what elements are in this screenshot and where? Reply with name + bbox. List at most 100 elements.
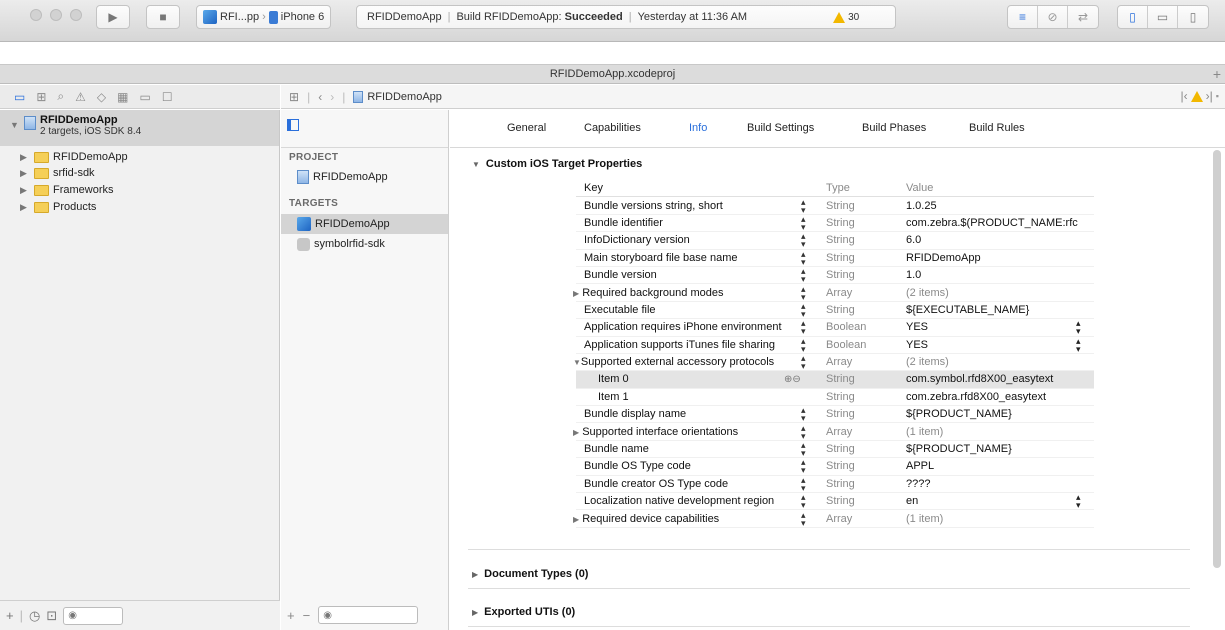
tab-build-settings[interactable]: Build Settings (747, 122, 814, 134)
key-stepper-icon[interactable]: ▴ ▾ (801, 406, 806, 423)
property-value[interactable]: 1.0.25 (906, 200, 1094, 212)
navigator-group-srfid-sdk[interactable]: ▶ srfid-sdk (20, 167, 95, 179)
disclosure-closed-icon[interactable]: ▶ (573, 428, 579, 437)
recent-files-icon[interactable]: ◷ (29, 608, 40, 624)
disclosure-open-icon[interactable]: ▼ (472, 160, 480, 169)
minimize-window-button[interactable] (50, 9, 62, 21)
tab-build-rules[interactable]: Build Rules (969, 122, 1025, 134)
stop-button[interactable]: ■ (146, 5, 180, 29)
report-navigator-icon[interactable]: ☐ (162, 90, 173, 104)
remove-target-icon[interactable]: − (303, 608, 311, 623)
property-value[interactable]: com.symbol.rfd8X00_easytext (906, 373, 1094, 385)
key-stepper-icon[interactable]: ▴ ▾ (801, 336, 806, 353)
project-navigator-icon[interactable]: ▭ (14, 90, 25, 104)
key-stepper-icon[interactable]: ▴ ▾ (801, 214, 806, 231)
navigator-group-frameworks[interactable]: ▶ Frameworks (20, 184, 114, 196)
key-stepper-icon[interactable]: ▴ ▾ (801, 197, 806, 214)
property-value[interactable]: ${EXECUTABLE_NAME} (906, 304, 1094, 316)
property-key-expandable[interactable]: ▶ Supported interface orientations (573, 426, 738, 438)
property-row[interactable]: Bundle versions string, short ▴ ▾ String 1.0… (576, 197, 1094, 215)
key-stepper-icon[interactable]: ▴ ▾ (801, 354, 806, 371)
breakpoint-navigator-icon[interactable]: ▭ (139, 90, 150, 104)
key-stepper-icon[interactable]: ▴ ▾ (801, 475, 806, 492)
property-value[interactable]: YES (906, 339, 1094, 351)
property-row[interactable]: ▶ Required device capabilities ▴ ▾ Array (1 … (573, 510, 1094, 528)
add-file-icon[interactable]: + (6, 608, 14, 623)
navigator-filter-field[interactable]: ◉ (63, 606, 124, 625)
tab-general[interactable]: General (507, 122, 546, 134)
breadcrumb[interactable]: RFIDDemoApp (353, 90, 442, 103)
property-value[interactable]: 1.0 (906, 269, 1094, 281)
property-key-expandable[interactable]: ▶ Required background modes (573, 287, 723, 299)
property-type[interactable]: String (826, 391, 855, 403)
lock-icon[interactable]: ▪ (1216, 91, 1219, 101)
key-stepper-icon[interactable]: ▴ ▾ (801, 319, 806, 336)
property-type[interactable]: Array (826, 287, 852, 299)
property-row[interactable]: Bundle display name ▴ ▾ String ${PRODUCT_NAM… (576, 406, 1094, 424)
symbol-navigator-icon[interactable]: ⊞ (36, 90, 46, 104)
zoom-window-button[interactable] (70, 9, 82, 21)
disclosure-closed-icon[interactable]: ▶ (472, 608, 478, 617)
disclosure-closed-icon[interactable]: ▶ (20, 185, 30, 196)
property-value[interactable]: RFIDDemoApp (906, 252, 1094, 264)
navigator-group-products[interactable]: ▶ Products (20, 201, 96, 213)
value-stepper-icon[interactable]: ▴ ▾ (1076, 493, 1081, 510)
previous-issue-icon[interactable]: |‹ (1181, 89, 1188, 103)
property-row[interactable]: Application supports iTunes file sharing… (576, 336, 1094, 354)
forward-button-icon[interactable]: › (330, 90, 334, 104)
property-row[interactable]: ▼Supported external accessory protocols ▴… (573, 354, 1094, 372)
property-row[interactable]: ▶ Required background modes ▴ ▾ Array (2 ite… (573, 284, 1094, 302)
next-issue-icon[interactable]: ›| (1206, 89, 1213, 103)
assistant-editor-icon[interactable]: ⊘ (1038, 6, 1068, 28)
property-type[interactable]: String (826, 460, 855, 472)
property-row[interactable]: Main storyboard file base name ▴ ▾ String RF… (576, 249, 1094, 267)
tab-build-phases[interactable]: Build Phases (862, 122, 926, 134)
key-stepper-icon[interactable]: ▴ ▾ (801, 232, 806, 249)
key-stepper-icon[interactable]: ▴ ▾ (801, 301, 806, 318)
property-type[interactable]: Array (826, 513, 852, 525)
property-row[interactable]: Bundle version ▴ ▾ String 1.0 (576, 267, 1094, 285)
property-key-expandable[interactable]: ▶ Required device capabilities (573, 513, 719, 525)
run-button[interactable]: ▶ (96, 5, 130, 29)
property-row[interactable]: Executable file ▴ ▾ String ${EXECUTABLE_NAME… (576, 301, 1094, 320)
add-target-icon[interactable]: + (287, 608, 295, 623)
property-row[interactable]: Bundle creator OS Type code ▴ ▾ String???? (576, 475, 1094, 494)
value-stepper-icon[interactable]: ▴ ▾ (1076, 319, 1081, 336)
property-type[interactable]: String (826, 234, 855, 246)
vertical-scrollbar[interactable] (1213, 150, 1221, 568)
property-row[interactable]: Bundle OS Type code ▴ ▾ String APPL (576, 458, 1094, 476)
target-symbolrfid-sdk[interactable]: symbolrfid-sdk (281, 234, 448, 254)
version-editor-icon[interactable]: ⇄ (1068, 6, 1098, 28)
disclosure-closed-icon[interactable]: ▶ (20, 168, 30, 179)
show-targets-toggle-icon[interactable] (287, 119, 299, 131)
property-row[interactable]: InfoDictionary version ▴ ▾ String 6.0 (576, 232, 1094, 250)
key-stepper-icon[interactable]: ▴ ▾ (801, 284, 806, 301)
property-type[interactable]: Array (826, 356, 852, 368)
property-value[interactable]: YES (906, 321, 1094, 333)
document-types-header[interactable]: ▶ Document Types (0) (472, 568, 588, 580)
tab-info[interactable]: Info (689, 122, 707, 134)
disclosure-closed-icon[interactable]: ▶ (20, 202, 30, 213)
disclosure-open-icon[interactable]: ▼ (573, 358, 581, 367)
property-value[interactable]: ${PRODUCT_NAME} (906, 408, 1094, 420)
property-type[interactable]: String (826, 373, 855, 385)
property-type[interactable]: String (826, 478, 855, 490)
disclosure-closed-icon[interactable]: ▶ (20, 152, 30, 163)
back-button-icon[interactable]: ‹ (318, 90, 322, 104)
property-type[interactable]: Boolean (826, 321, 866, 333)
debug-area-toggle-icon[interactable]: ▭ (1148, 6, 1178, 28)
navigator-group-rfiddemoapp[interactable]: ▶ RFIDDemoApp (20, 151, 128, 163)
property-type[interactable]: String (826, 217, 855, 229)
disclosure-open-icon[interactable]: ▼ (10, 120, 20, 146)
property-type[interactable]: String (826, 495, 855, 507)
property-row[interactable]: Localization native development region ▴ ▾… (576, 493, 1094, 511)
target-rfiddemoapp[interactable]: RFIDDemoApp (281, 214, 448, 234)
property-type[interactable]: String (826, 408, 855, 420)
key-stepper-icon[interactable]: ▴ ▾ (801, 510, 806, 527)
find-navigator-icon[interactable]: ⌕ (57, 89, 64, 104)
property-type[interactable]: String (826, 269, 855, 281)
tab-capabilities[interactable]: Capabilities (584, 122, 641, 134)
property-value[interactable]: APPL (906, 460, 1094, 472)
property-row[interactable]: ▶ Supported interface orientations ▴ ▾ Arra… (573, 423, 1094, 441)
tab-title[interactable]: RFIDDemoApp.xcodeproj (550, 68, 675, 80)
